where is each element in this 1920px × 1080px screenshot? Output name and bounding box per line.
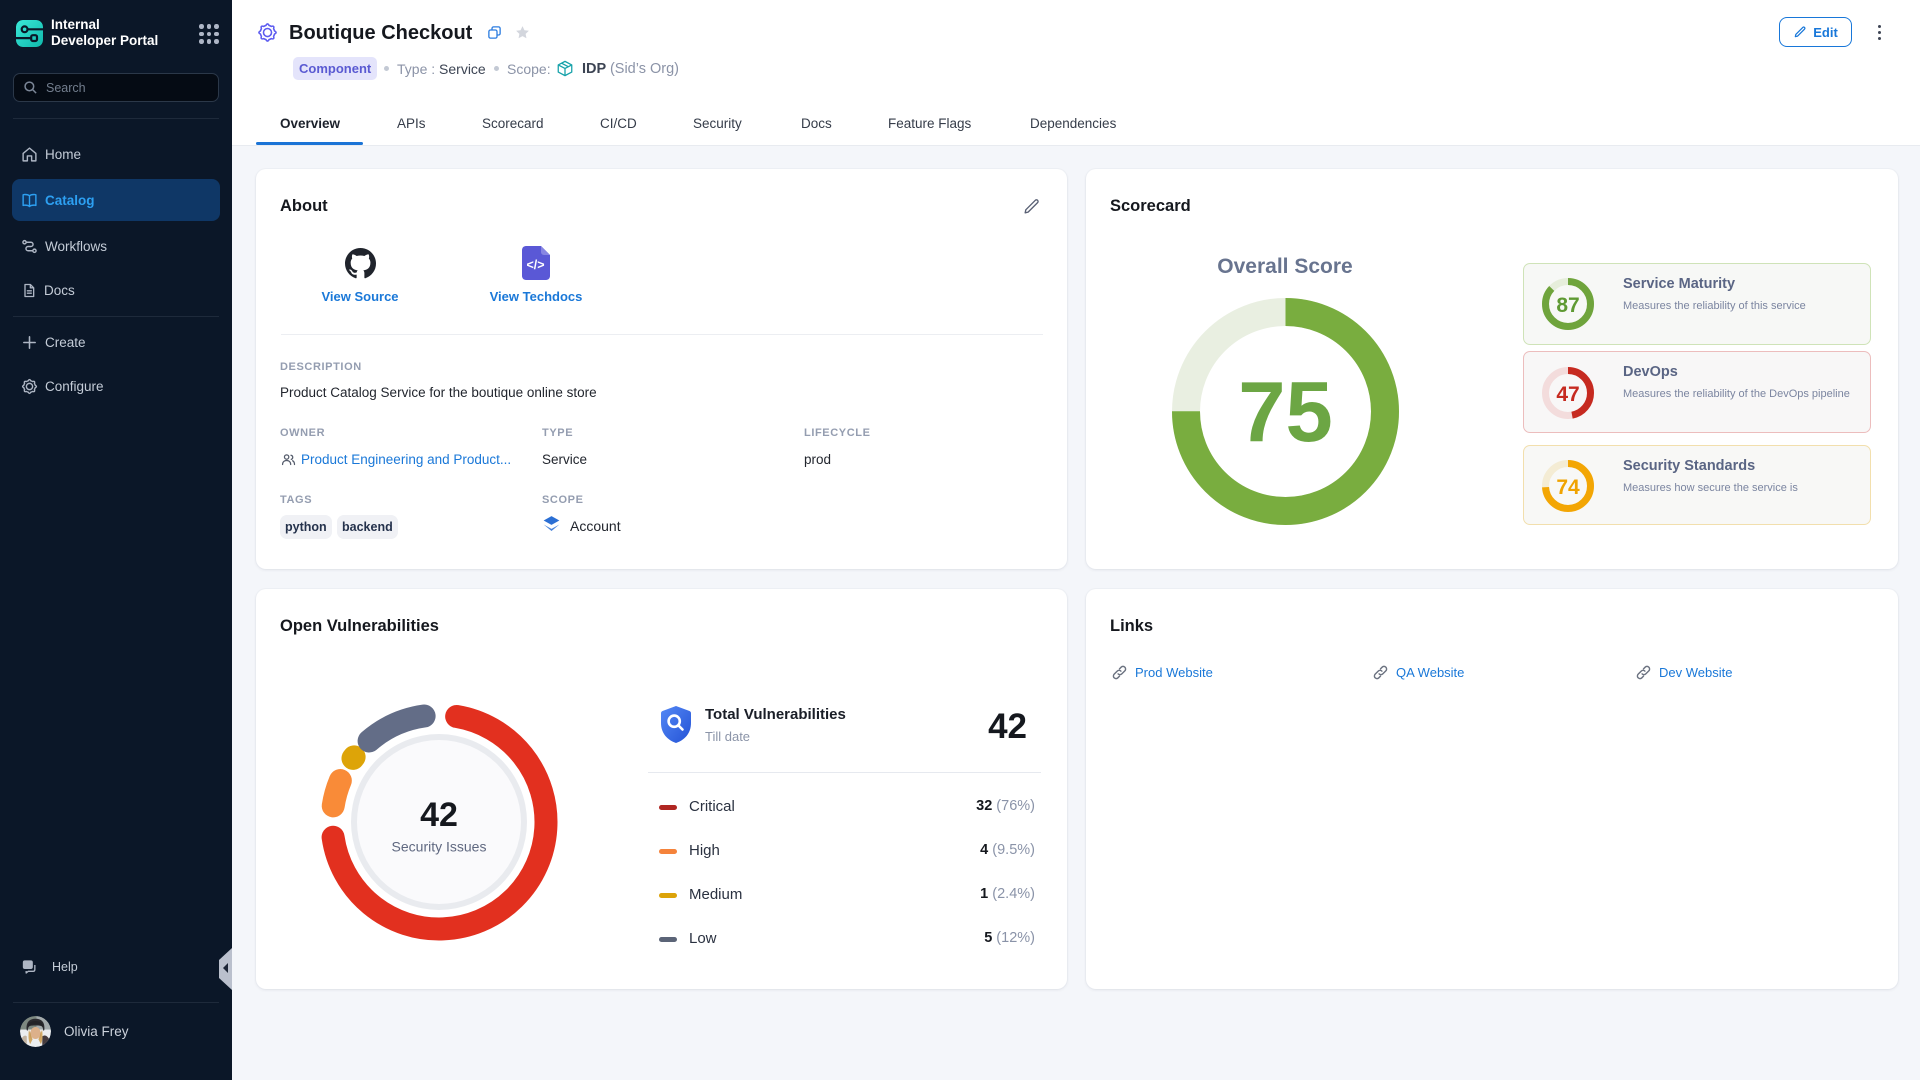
svg-text:87: 87 [1556,294,1579,317]
svg-text:75: 75 [1238,365,1333,460]
svg-text:47: 47 [1556,383,1579,406]
svg-text:74: 74 [1556,476,1580,499]
svg-text:</>: </> [526,258,544,272]
svg-text:?: ? [26,963,30,969]
svg-text:Security Issues: Security Issues [392,839,487,855]
svg-text:42: 42 [420,796,458,834]
